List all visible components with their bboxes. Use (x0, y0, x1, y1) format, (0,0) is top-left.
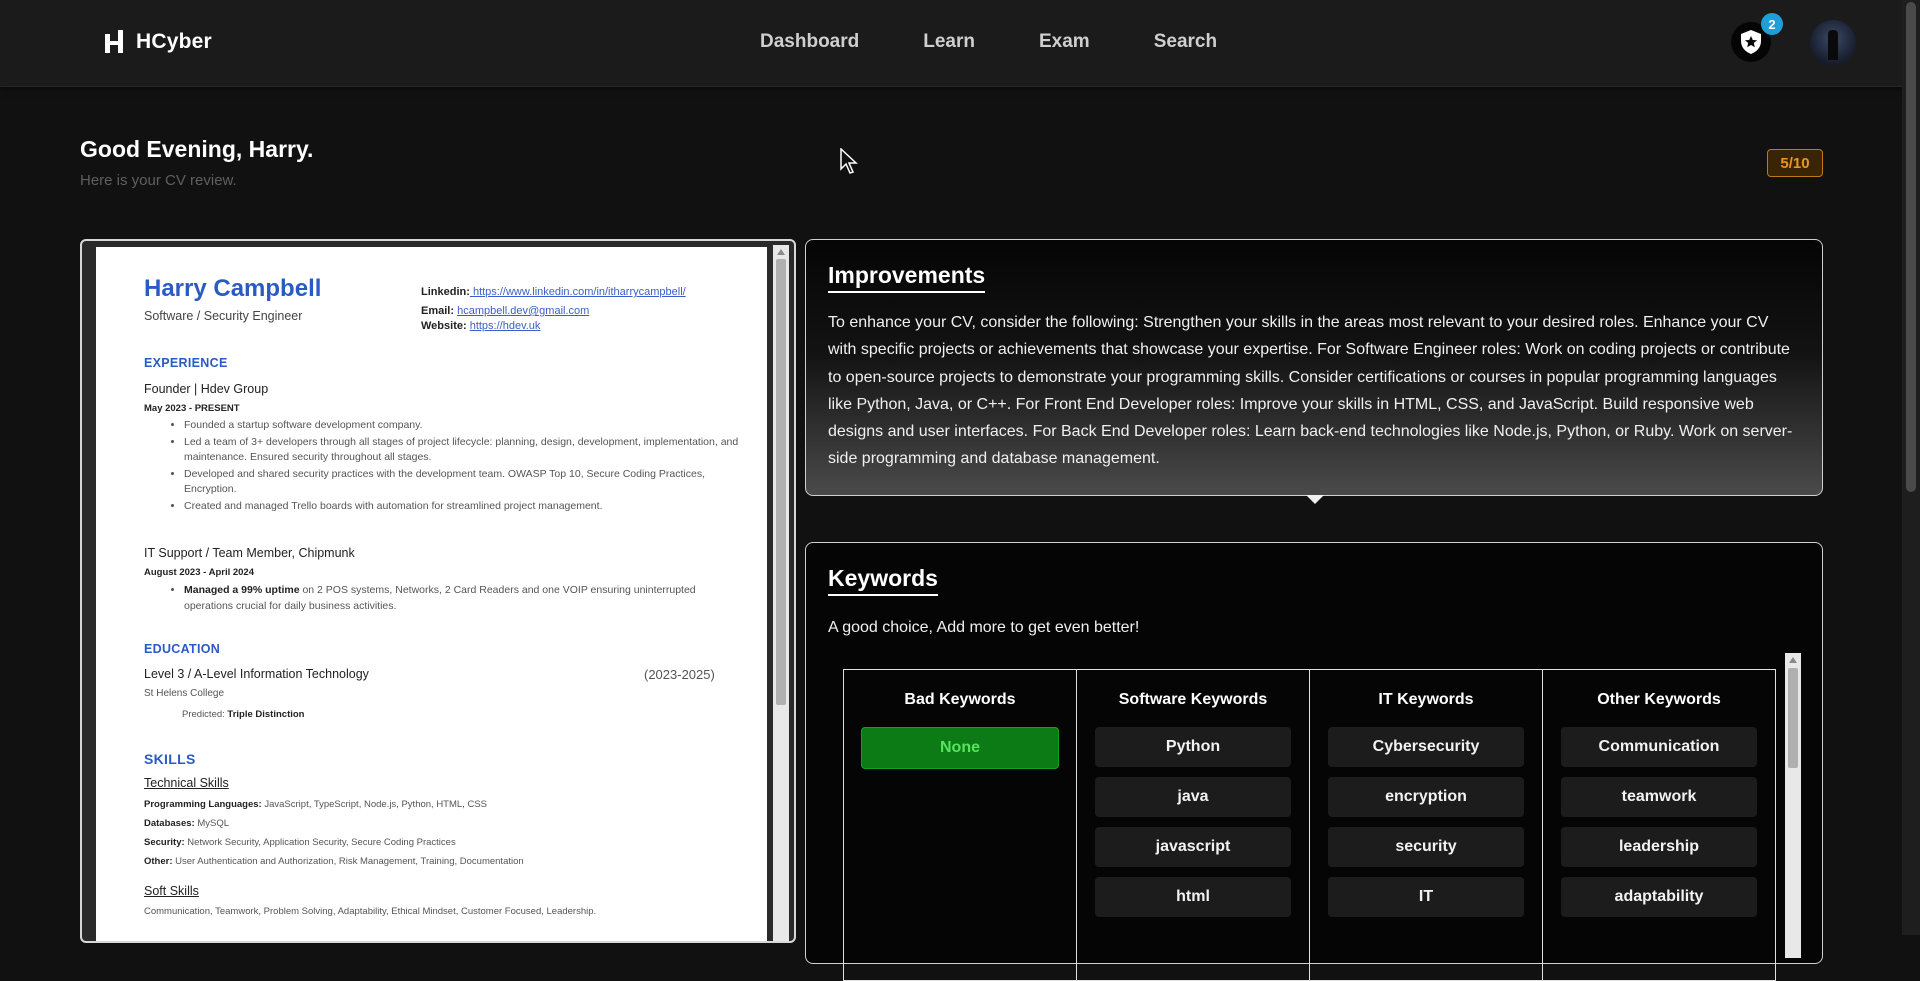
education-heading: EDUCATION (144, 642, 221, 656)
list-item: Led a team of 3+ developers through all … (184, 435, 744, 466)
edu-title: Level 3 / A-Level Information Technology (144, 667, 369, 681)
skill-row: Other: User Authentication and Authoriza… (144, 856, 524, 867)
edu-years: (2023-2025) (644, 667, 715, 682)
column-header: Software Keywords (1118, 691, 1268, 708)
job2-date: August 2023 - April 2024 (144, 567, 254, 578)
improvements-text: To enhance your CV, consider the followi… (828, 314, 1793, 468)
main-nav: Dashboard Learn Exam Search (760, 31, 1281, 53)
keyword-chip: adaptability (1561, 877, 1757, 917)
keywords-text: A good choice, Add more to get even bett… (828, 619, 1140, 636)
job2-bullet-bold: Managed a 99% uptime (184, 584, 300, 596)
email-label: Email: (421, 305, 455, 317)
skill-row-value: User Authentication and Authorization, R… (172, 856, 524, 867)
cv-preview[interactable]: Harry Campbell Software / Security Engin… (80, 239, 796, 943)
edu-predicted: Predicted: Triple Distinction (182, 709, 304, 720)
linkedin-link[interactable]: https://www.linkedin.com/in/itharrycampb… (470, 286, 686, 298)
list-item: Developed and shared security practices … (184, 467, 744, 498)
keyword-chip: leadership (1561, 827, 1757, 867)
column-header: IT Keywords (1378, 691, 1474, 708)
keyword-chip: None (861, 727, 1059, 769)
cv-document: Harry Campbell Software / Security Engin… (96, 247, 767, 941)
soft-skills-heading: Soft Skills (144, 884, 199, 898)
job1-title: Founder | Hdev Group (144, 382, 269, 396)
cv-contacts: Linkedin: https://www.linkedin.com/in/it… (421, 283, 686, 336)
keyword-chip: Communication (1561, 727, 1757, 767)
list-item: Managed a 99% uptime on 2 POS systems, N… (184, 583, 744, 614)
cv-name: Harry Campbell (144, 275, 322, 302)
mouse-cursor-icon (840, 148, 858, 174)
software-keywords-column: Software Keywords Python java javascript… (1077, 670, 1310, 980)
skill-row-label: Other: (144, 856, 173, 867)
keywords-table: Bad Keywords None Software Keywords Pyth… (843, 669, 1776, 981)
hcyber-logo-icon (105, 30, 123, 53)
cv-score-badge: 5/10 (1767, 149, 1823, 177)
nav-exam[interactable]: Exam (1039, 31, 1090, 53)
keywords-title: Keywords (828, 565, 938, 596)
keyword-chip: encryption (1328, 777, 1524, 817)
keyword-chip: teamwork (1561, 777, 1757, 817)
website-label: Website: (421, 320, 467, 332)
cv-role: Software / Security Engineer (144, 309, 303, 323)
job1-date: May 2023 - PRESENT (144, 403, 240, 414)
skill-row: Security: Network Security, Application … (144, 837, 456, 848)
soft-skills-list: Communication, Teamwork, Problem Solving… (144, 906, 597, 917)
edu-predicted-label: Predicted: (182, 709, 228, 720)
edu-predicted-value: Triple Distinction (227, 709, 305, 720)
it-keywords-column: IT Keywords Cybersecurity encryption sec… (1310, 670, 1543, 980)
skill-row: Databases: MySQL (144, 818, 229, 829)
logo[interactable]: HCyber (103, 28, 212, 55)
improvements-panel: Improvements To enhance your CV, conside… (805, 239, 1823, 504)
nav-search[interactable]: Search (1154, 31, 1217, 53)
job1-bullets: Founded a startup software development c… (158, 418, 744, 515)
skills-heading: SKILLS (144, 751, 196, 767)
skill-row-value: MySQL (194, 818, 230, 829)
list-item: Founded a startup software development c… (184, 418, 744, 434)
technical-skills-heading: Technical Skills (144, 776, 229, 790)
skill-row-value: Network Security, Application Security, … (184, 837, 456, 848)
improvements-title: Improvements (828, 262, 986, 293)
greeting-subtitle: Here is your CV review. (80, 172, 237, 189)
keyword-chip: IT (1328, 877, 1524, 917)
other-keywords-column: Other Keywords Communication teamwork le… (1543, 670, 1775, 980)
brand-name: HCyber (136, 29, 212, 53)
nav-learn[interactable]: Learn (923, 31, 975, 53)
keywords-scrollbar[interactable] (1785, 653, 1801, 958)
website-link[interactable]: https://hdev.uk (470, 320, 541, 332)
column-header: Other Keywords (1597, 691, 1721, 708)
email-link[interactable]: hcampbell.dev@gmail.com (457, 305, 589, 317)
cv-scrollbar[interactable] (773, 245, 789, 941)
linkedin-label: Linkedin: (421, 286, 470, 298)
keyword-chip: java (1095, 777, 1291, 817)
greeting-title: Good Evening, Harry. (80, 136, 314, 162)
edu-school: St Helens College (144, 688, 225, 699)
skill-row-label: Programming Languages: (144, 799, 262, 810)
skill-row-label: Databases: (144, 818, 195, 829)
skill-row: Programming Languages: JavaScript, TypeS… (144, 799, 487, 810)
notification-count-badge: 2 (1761, 13, 1783, 35)
job2-bullets: Managed a 99% uptime on 2 POS systems, N… (158, 583, 744, 615)
keyword-chip: security (1328, 827, 1524, 867)
top-navbar: HCyber Dashboard Learn Exam Search 2 (0, 0, 1902, 87)
keyword-chip: Cybersecurity (1328, 727, 1524, 767)
keyword-chip: Python (1095, 727, 1291, 767)
job2-title: IT Support / Team Member, Chipmunk (144, 546, 355, 560)
skill-row-label: Security: (144, 837, 185, 848)
skill-row-value: JavaScript, TypeScript, Node.js, Python,… (261, 799, 487, 810)
page-scrollbar[interactable] (1902, 0, 1920, 935)
list-item: Created and managed Trello boards with a… (184, 499, 744, 515)
keywords-panel: Keywords A good choice, Add more to get … (805, 542, 1823, 981)
panel-pointer (1306, 495, 1324, 504)
experience-heading: EXPERIENCE (144, 356, 228, 370)
keyword-chip: javascript (1095, 827, 1291, 867)
bad-keywords-column: Bad Keywords None (844, 670, 1077, 980)
avatar[interactable] (1810, 20, 1856, 66)
shield-star-icon (1741, 30, 1761, 54)
column-header: Bad Keywords (904, 691, 1016, 708)
nav-dashboard[interactable]: Dashboard (760, 31, 859, 53)
keyword-chip: html (1095, 877, 1291, 917)
